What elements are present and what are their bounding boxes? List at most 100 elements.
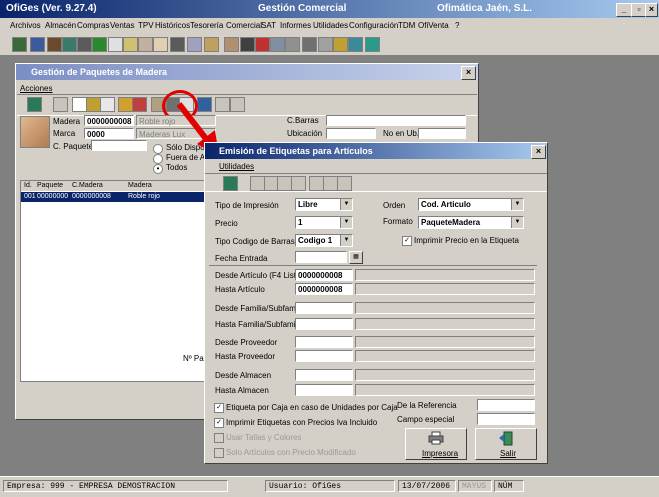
de-referencia-field[interactable] [477, 399, 535, 411]
toolbar-icon-18[interactable] [285, 37, 300, 52]
dialog-new-icon[interactable] [250, 176, 265, 191]
toolbar-icon-20[interactable] [318, 37, 333, 52]
menu-informes[interactable]: Informes [280, 21, 311, 30]
toolbar-icon-15[interactable] [240, 37, 255, 52]
gestion-menu-acciones[interactable]: Acciones [20, 84, 52, 93]
hasta-articulo-field[interactable]: 0000000008 [295, 283, 353, 295]
hasta-almacen-field[interactable] [295, 384, 353, 396]
toolbar-icon-5[interactable] [77, 37, 92, 52]
toolbar-icon-4[interactable] [62, 37, 77, 52]
gestion-edit-icon[interactable] [86, 97, 101, 112]
menu-archivos[interactable]: Archivos [10, 21, 41, 30]
cbarras-field[interactable] [326, 115, 466, 126]
ubicacion-field[interactable] [326, 128, 376, 139]
toolbar-icon-13[interactable] [204, 37, 219, 52]
formato-select[interactable]: PaqueteMadera ▼ [418, 216, 524, 229]
dialog-menu-utilidades[interactable]: Utilidades [219, 162, 254, 171]
menu-ventas[interactable]: Ventas [110, 21, 134, 30]
etiqueta-caja-checkbox[interactable]: ✓ [214, 403, 224, 413]
salir-button[interactable]: Salir [475, 428, 537, 460]
toolbar-icon-10[interactable] [153, 37, 168, 52]
toolbar-icon-2[interactable] [30, 37, 45, 52]
campo-especial-field[interactable] [477, 413, 535, 425]
precio-modificado-checkbox[interactable] [214, 448, 224, 458]
tallas-checkbox[interactable] [214, 433, 224, 443]
toolbar-icon-23[interactable] [365, 37, 380, 52]
toolbar-icon-3[interactable] [47, 37, 62, 52]
desde-proveedor-field[interactable] [295, 336, 353, 348]
menu-sat[interactable]: SAT [261, 21, 276, 30]
toolbar-icon-8[interactable] [123, 37, 138, 52]
toolbar-icon-22[interactable] [348, 37, 363, 52]
toolbar-icon-9[interactable] [138, 37, 153, 52]
minimize-button[interactable]: _ [616, 3, 632, 17]
marca-code-field[interactable]: 0000 [84, 128, 134, 139]
imprimir-precio-checkbox[interactable]: ✓ [402, 236, 412, 246]
dialog-find-icon[interactable] [291, 176, 306, 191]
menu-tdm[interactable]: TDM [398, 21, 415, 30]
menu-configuracion[interactable]: Configuración [349, 21, 398, 30]
grid-header-paquete[interactable]: Paquete [37, 182, 63, 189]
toolbar-icon-19[interactable] [302, 37, 317, 52]
toolbar-icon-21[interactable] [333, 37, 348, 52]
radio-solo-disponible[interactable] [153, 144, 163, 154]
hasta-familia-field[interactable] [295, 318, 353, 330]
gestion-search-icon[interactable] [53, 97, 68, 112]
toolbar-icon-11[interactable] [170, 37, 185, 52]
menu-comercial[interactable]: Comercial [226, 21, 262, 30]
dialog-exit-icon[interactable] [223, 176, 238, 191]
desde-almacen-field[interactable] [295, 369, 353, 381]
menu-historicos[interactable]: Históricos [155, 21, 190, 30]
orden-select[interactable]: Cod. Articulo ▼ [418, 198, 524, 211]
precio-select[interactable]: 1 ▼ [295, 216, 353, 229]
grid-header-madera[interactable]: Madera [128, 182, 152, 189]
toolbar-icon-7[interactable] [108, 37, 123, 52]
hasta-proveedor-field[interactable] [295, 350, 353, 362]
gestion-chart-icon[interactable] [230, 97, 245, 112]
grid-header-row: Id. Paquete C.Madera Madera [21, 181, 211, 191]
radio-fuera-almacen[interactable] [153, 154, 163, 164]
toolbar-icon-17[interactable] [270, 37, 285, 52]
gestion-exit-icon[interactable] [27, 97, 42, 112]
gestion-close-button[interactable]: × [461, 66, 476, 80]
dialog-table-icon[interactable] [323, 176, 338, 191]
grid-header-cmadera[interactable]: C.Madera [72, 182, 103, 189]
dialog-grid-icon[interactable] [309, 176, 324, 191]
menu-utilidades[interactable]: Utilidades [313, 21, 348, 30]
menu-tpv[interactable]: TPV [138, 21, 154, 30]
table-row[interactable]: 001 00000000 0000000008 Roble rojo [21, 192, 211, 202]
toolbar-icon-14[interactable] [224, 37, 239, 52]
cpaquete-field[interactable] [91, 140, 147, 151]
tipo-codigo-select[interactable]: Codigo 1 ▼ [295, 234, 353, 247]
toolbar-icon-1[interactable] [12, 37, 27, 52]
gestion-new-icon[interactable] [72, 97, 87, 112]
precios-iva-checkbox[interactable]: ✓ [214, 418, 224, 428]
toolbar-icon-6[interactable] [92, 37, 107, 52]
menu-help[interactable]: ? [455, 21, 459, 30]
tipo-codigo-label: Tipo Codigo de Barras [215, 237, 295, 246]
radio-todos[interactable]: • [153, 164, 163, 174]
grid-header-id[interactable]: Id. [24, 182, 32, 189]
toolbar-icon-16[interactable] [255, 37, 270, 52]
noenub-field[interactable] [418, 128, 466, 139]
gestion-cancel-icon[interactable] [132, 97, 147, 112]
impresora-button[interactable]: Impresora [405, 428, 467, 460]
toolbar-icon-12[interactable] [187, 37, 202, 52]
dialog-open-icon[interactable] [277, 176, 292, 191]
menu-almacen[interactable]: Almacén [45, 21, 76, 30]
desde-familia-field[interactable] [295, 302, 353, 314]
desde-articulo-field[interactable]: 0000000008 [295, 269, 353, 281]
tipo-impresion-select[interactable]: Libre ▼ [295, 198, 353, 211]
gestion-flash-icon[interactable] [118, 97, 133, 112]
menu-compras[interactable]: Compras [77, 21, 109, 30]
menu-tesoreria[interactable]: Tesorería [190, 21, 223, 30]
madera-code-field[interactable]: 0000000008 [84, 115, 134, 126]
gestion-erase-icon[interactable] [100, 97, 115, 112]
fecha-entrada-field[interactable] [295, 251, 347, 263]
chevron-down-icon: ▼ [340, 217, 352, 228]
dialog-close-button[interactable]: × [531, 145, 546, 159]
dialog-settings-icon[interactable] [337, 176, 352, 191]
close-button[interactable]: × [645, 3, 658, 17]
calendar-icon[interactable]: ▦ [349, 251, 363, 264]
menu-ofiventa[interactable]: OfiVenta [418, 21, 449, 30]
